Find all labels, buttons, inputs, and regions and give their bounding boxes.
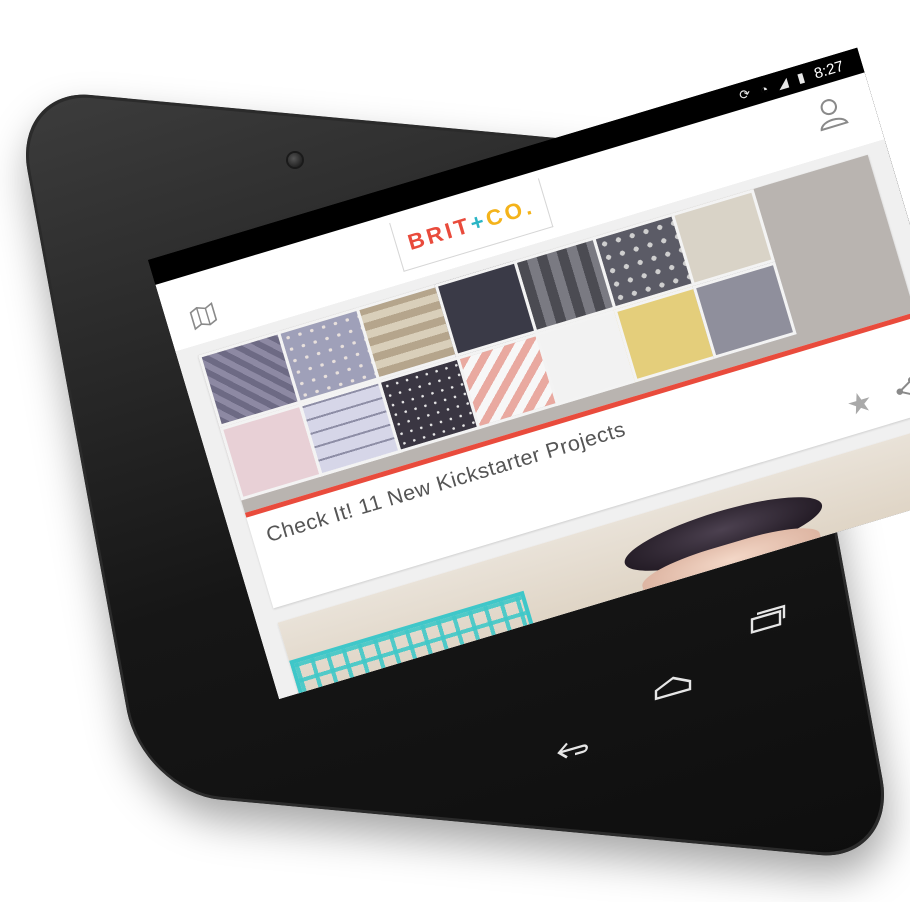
home-icon[interactable] [650,661,696,710]
home-icon-glyph [654,676,692,701]
recent-apps-icon[interactable] [745,594,791,643]
logo-brit: BRIT [404,212,475,255]
map-icon[interactable] [186,298,224,334]
star-icon[interactable]: ★ [843,384,877,423]
share-icon[interactable] [890,373,910,406]
user-icon-glyph [820,99,849,132]
device-mockup: ⟳ ◔ ◢ ▮ 8:27 BRIT + CO. Check It! 11 New… [0,0,910,902]
wifi-icon: ◔ [758,80,771,98]
front-camera [288,153,302,167]
logo-co: CO. [482,193,538,232]
recent-apps-icon-glyph [750,604,786,634]
signal-icon: ◢ [775,74,790,92]
share-icon-glyph [896,376,910,396]
back-icon-glyph [557,742,588,759]
phone: ⟳ ◔ ◢ ▮ 8:27 BRIT + CO. Check It! 11 New… [12,40,910,880]
map-icon-glyph [189,302,218,331]
user-icon[interactable] [809,92,852,135]
back-icon[interactable] [550,724,596,773]
rotate-icon: ⟳ [737,85,753,104]
battery-icon: ▮ [795,69,807,86]
status-time: 8:27 [811,57,846,83]
card-actions: ★ [843,370,910,423]
